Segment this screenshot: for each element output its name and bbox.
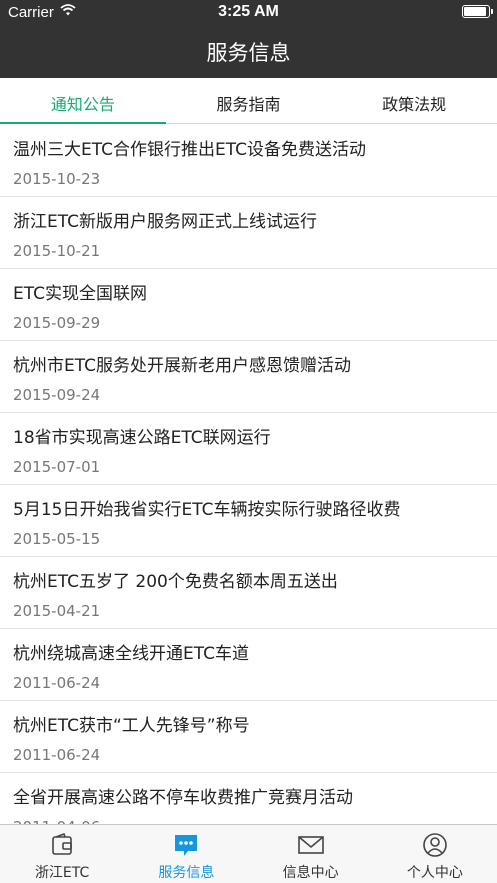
bottom-tab-label: 浙江ETC xyxy=(34,865,90,881)
user-icon xyxy=(423,833,447,857)
item-date: 2015-10-23 xyxy=(13,170,101,188)
chat-bubble-icon xyxy=(175,835,198,856)
list-item[interactable]: 全省开展高速公路不停车收费推广竞赛月活动 2011-04-06 xyxy=(0,773,497,824)
status-bar: Carrier 3:25 AM xyxy=(0,0,497,24)
bottom-tab-bar: 浙江ETC 服务信息 信息中心 个人中心 xyxy=(0,824,497,883)
tab-notices[interactable]: 通知公告 xyxy=(0,78,166,124)
list-item[interactable]: ETC实现全国联网 2015-09-29 xyxy=(0,269,497,341)
list-item[interactable]: 5月15日开始我省实行ETC车辆按实际行驶路径收费 2015-05-15 xyxy=(0,485,497,557)
list-item[interactable]: 浙江ETC新版用户服务网正式上线试运行 2015-10-21 xyxy=(0,197,497,269)
bottom-tab-label: 个人中心 xyxy=(406,865,463,881)
item-date: 2015-10-21 xyxy=(13,242,101,260)
list-item[interactable]: 杭州ETC获市“工人先锋号”称号 2011-06-24 xyxy=(0,701,497,773)
bottom-tab-label: 服务信息 xyxy=(158,865,215,881)
item-date: 2015-07-01 xyxy=(13,458,101,476)
item-date: 2015-09-24 xyxy=(13,386,101,404)
item-date: 2015-05-15 xyxy=(13,530,101,548)
item-title: ETC实现全国联网 xyxy=(13,284,147,304)
envelope-icon xyxy=(297,836,324,854)
page-title: 服务信息 xyxy=(206,41,291,65)
item-title: 18省市实现高速公路ETC联网运行 xyxy=(13,428,271,448)
item-title: 5月15日开始我省实行ETC车辆按实际行驶路径收费 xyxy=(13,500,401,520)
tab-policy-regulations[interactable]: 政策法规 xyxy=(331,78,497,123)
list-item[interactable]: 杭州绕城高速全线开通ETC车道 2011-06-24 xyxy=(0,629,497,701)
item-title: 杭州市ETC服务处开展新老用户感恩馈赠活动 xyxy=(13,356,351,376)
item-title: 杭州绕城高速全线开通ETC车道 xyxy=(13,644,249,664)
list-item[interactable]: 杭州ETC五岁了 200个免费名额本周五送出 2015-04-21 xyxy=(0,557,497,629)
tab-service-guide[interactable]: 服务指南 xyxy=(166,78,332,123)
item-title: 全省开展高速公路不停车收费推广竞赛月活动 xyxy=(13,788,353,808)
bottom-tab-service-info[interactable]: 服务信息 xyxy=(124,825,248,883)
clock: 3:25 AM xyxy=(218,3,279,20)
item-date: 2011-06-24 xyxy=(13,674,101,692)
item-title: 杭州ETC五岁了 200个免费名额本周五送出 xyxy=(13,572,338,592)
bottom-tab-label: 信息中心 xyxy=(282,865,339,881)
item-title: 浙江ETC新版用户服务网正式上线试运行 xyxy=(13,212,317,232)
bottom-tab-zhejiang-etc[interactable]: 浙江ETC xyxy=(0,825,124,883)
list-item[interactable]: 杭州市ETC服务处开展新老用户感恩馈赠活动 2015-09-24 xyxy=(0,341,497,413)
list-item[interactable]: 18省市实现高速公路ETC联网运行 2015-07-01 xyxy=(0,413,497,485)
item-title: 温州三大ETC合作银行推出ETC设备免费送活动 xyxy=(13,140,366,160)
item-date: 2011-06-24 xyxy=(13,746,101,764)
list-item[interactable]: 温州三大ETC合作银行推出ETC设备免费送活动 2015-10-23 xyxy=(0,125,497,197)
navigation-bar: 服务信息 xyxy=(0,24,497,78)
bottom-tab-personal-center[interactable]: 个人中心 xyxy=(373,825,497,883)
item-date: 2015-04-21 xyxy=(13,602,101,620)
notice-list[interactable]: 温州三大ETC合作银行推出ETC设备免费送活动 2015-10-23 浙江ETC… xyxy=(0,125,497,824)
item-title: 杭州ETC获市“工人先锋号”称号 xyxy=(13,716,250,736)
segment-tabs: 通知公告 服务指南 政策法规 xyxy=(0,78,497,124)
battery-icon xyxy=(462,5,493,18)
wallet-icon xyxy=(52,832,72,855)
bottom-tab-info-center[interactable]: 信息中心 xyxy=(249,825,373,883)
item-date: 2015-09-29 xyxy=(13,314,101,332)
